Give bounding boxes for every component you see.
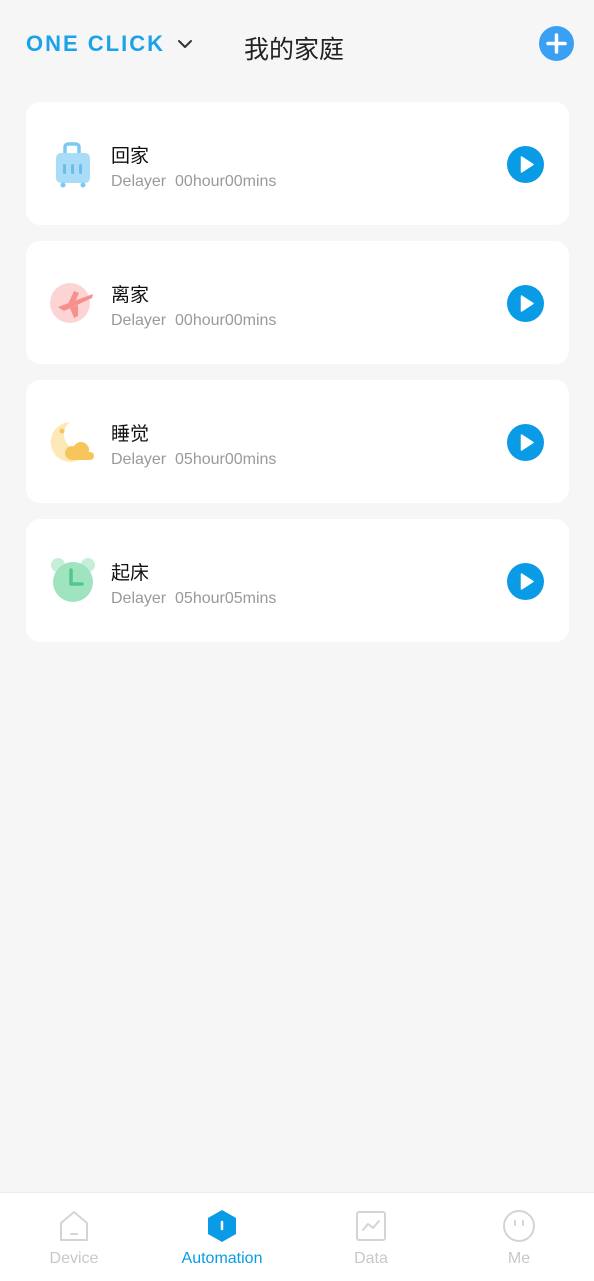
scene-delay: Delayer 00hour00mins (111, 312, 277, 329)
run-scene-button[interactable] (507, 285, 544, 322)
scene-delay: Delayer 05hour05mins (111, 590, 277, 607)
chevron-down-icon (178, 40, 192, 48)
alarm-clock-icon (51, 558, 95, 602)
play-icon (520, 156, 534, 173)
scene-card[interactable]: 离家 Delayer 00hour00mins (26, 241, 569, 364)
scene-name: 离家 (111, 284, 150, 306)
scene-card[interactable]: 回家 Delayer 00hour00mins (26, 102, 569, 225)
mode-label: ONE CLICK (26, 31, 165, 56)
mode-selector-dropdown[interactable]: ONE CLICK (26, 31, 193, 57)
scene-name: 回家 (111, 145, 150, 167)
scene-card[interactable]: 起床 Delayer 05hour05mins (26, 519, 569, 642)
luggage-icon (56, 142, 90, 188)
nav-tab-data[interactable]: Data (297, 1193, 445, 1281)
automation-hexagon-icon (208, 1210, 236, 1242)
nav-label: Me (507, 1250, 531, 1267)
nav-label: Device (49, 1250, 99, 1267)
airplane-icon (50, 283, 93, 323)
moon-cloud-icon (50, 422, 94, 462)
run-scene-button[interactable] (507, 424, 544, 461)
chart-icon (356, 1211, 386, 1241)
profile-icon (503, 1210, 535, 1242)
header: ONE CLICK 我的家庭 (0, 0, 594, 90)
nav-label: Automation (181, 1250, 263, 1267)
add-scene-button[interactable] (539, 26, 574, 61)
home-title[interactable]: 我的家庭 (244, 30, 344, 66)
scene-delay: Delayer 00hour00mins (111, 173, 277, 190)
play-icon (520, 573, 534, 590)
home-icon (60, 1211, 88, 1241)
scene-delay: Delayer 05hour00mins (111, 451, 277, 468)
nav-tab-me[interactable]: Me (445, 1193, 593, 1281)
play-icon (520, 295, 534, 312)
scene-name: 起床 (111, 562, 150, 584)
play-icon (520, 434, 534, 451)
plus-icon (546, 33, 567, 54)
bottom-nav: Device Automation Data Me (0, 1192, 594, 1281)
nav-tab-device[interactable]: Device (0, 1193, 148, 1281)
scene-card[interactable]: 睡觉 Delayer 05hour00mins (26, 380, 569, 503)
run-scene-button[interactable] (507, 563, 544, 600)
scene-name: 睡觉 (111, 423, 150, 445)
nav-tab-automation[interactable]: Automation (148, 1193, 296, 1281)
run-scene-button[interactable] (507, 146, 544, 183)
nav-label: Data (354, 1250, 388, 1267)
